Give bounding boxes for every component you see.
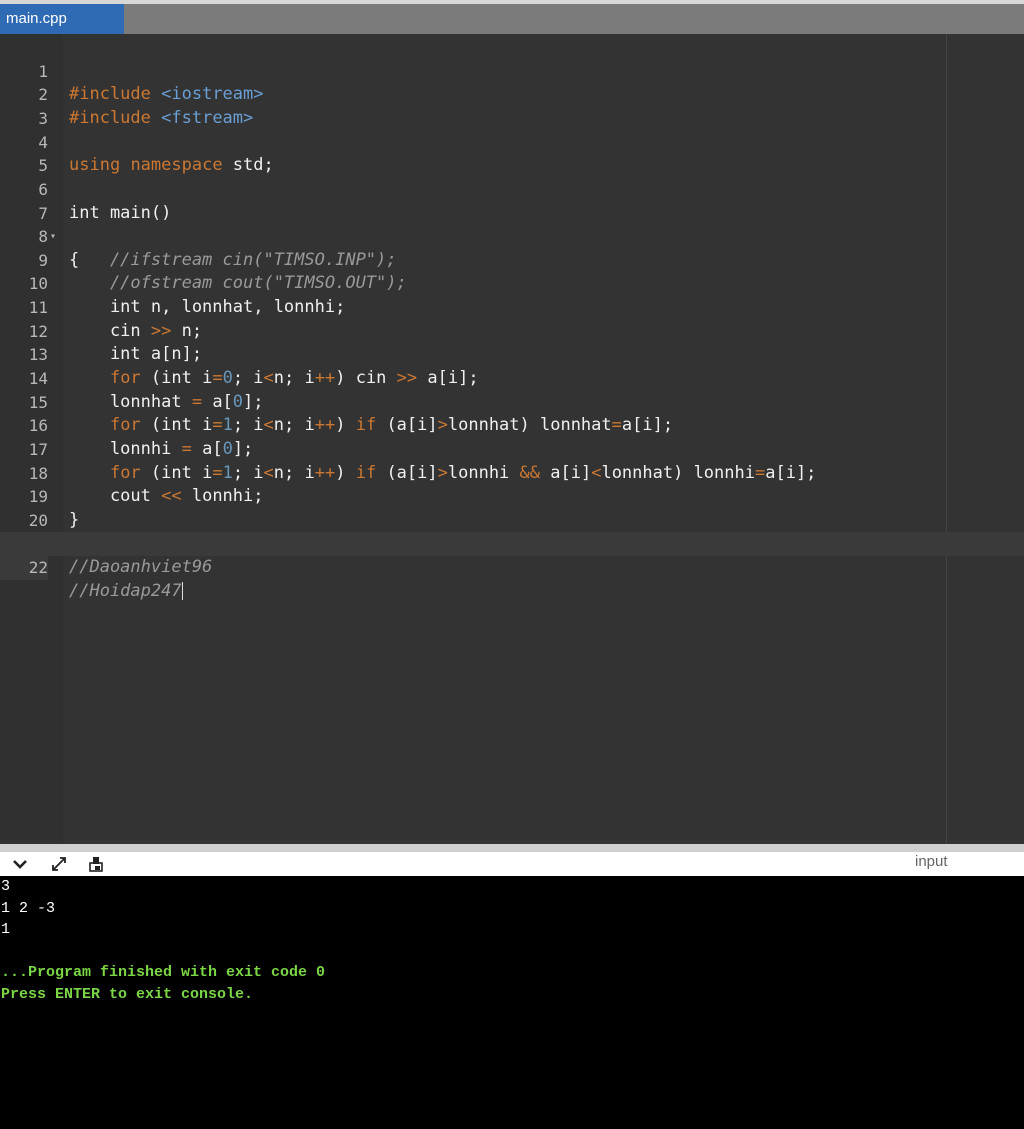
- code-line[interactable]: 13 for (int i=0; i<n; i++) cin >> a[i];: [0, 320, 1024, 388]
- console-line: 1 2 -3: [1, 899, 56, 917]
- chevron-down-icon[interactable]: [9, 854, 31, 874]
- code-lines[interactable]: 1 #include <iostream> 2 #include <fstrea…: [0, 36, 1024, 601]
- code-line[interactable]: 2 #include <fstream>: [0, 60, 1024, 128]
- code-line[interactable]: 1 #include <iostream>: [0, 36, 1024, 105]
- tab-main-cpp[interactable]: main.cpp: [0, 4, 124, 34]
- panel-resize-handle[interactable]: [0, 844, 1024, 852]
- code-line-active[interactable]: 22 //Hoidap247: [0, 532, 1024, 601]
- expand-icon[interactable]: [48, 854, 70, 874]
- code-line[interactable]: 12 int a[n];: [0, 296, 1024, 365]
- code-comment: //Daoanhviet96: [69, 557, 213, 578]
- code-line[interactable]: 20: [0, 485, 1024, 530]
- code-line[interactable]: 16 lonnhi = a[0];: [0, 391, 1024, 459]
- code-line[interactable]: 15 for (int i=1; i<n; i++) if (a[i]>lonn…: [0, 367, 1024, 436]
- input-label[interactable]: input: [915, 852, 948, 876]
- code-line[interactable]: 10 int n, lonnhat, lonnhi;: [0, 249, 1024, 317]
- code-editor[interactable]: 1 #include <iostream> 2 #include <fstrea…: [0, 34, 1024, 844]
- code-line[interactable]: 21 //Daoanhviet96: [0, 509, 1024, 577]
- code-line[interactable]: 6 int main(): [0, 154, 1024, 223]
- code-line[interactable]: 11 cin >> n;: [0, 272, 1024, 341]
- console-status-line: Press ENTER to exit console.: [1, 985, 254, 1003]
- code-line[interactable]: 14 lonnhat = a[0];: [0, 343, 1024, 412]
- code-line[interactable]: 17 for (int i=1; i<n; i++) if (a[i]>lonn…: [0, 414, 1024, 483]
- line-number: 22: [0, 556, 48, 580]
- copy-icon[interactable]: [85, 854, 107, 874]
- console-output[interactable]: 3 1 2 -3 1 ...Program finished with exit…: [0, 876, 1024, 1129]
- code-line[interactable]: 3: [0, 83, 1024, 128]
- console-status-line: ...Program finished with exit code 0: [1, 964, 326, 981]
- text-cursor: [181, 581, 183, 600]
- console-toolbar: input: [0, 852, 1024, 876]
- code-line[interactable]: 4 using namespace std;: [0, 107, 1024, 176]
- code-line[interactable]: 8 //ifstream cin("TIMSO.INP");: [0, 201, 1024, 270]
- console-line: 1: [1, 921, 11, 938]
- code-line[interactable]: 9 //ofstream cout("TIMSO.OUT");: [0, 225, 1024, 294]
- code-line[interactable]: 19 }: [0, 462, 1024, 530]
- console-line: 3: [1, 878, 11, 895]
- code-line[interactable]: 18 cout << lonnhi;: [0, 438, 1024, 507]
- code-line[interactable]: 7 ▾ {: [0, 178, 1024, 270]
- tab-bar: main.cpp: [0, 4, 1024, 34]
- code-comment: //Hoidap247: [69, 580, 182, 601]
- code-line[interactable]: 5: [0, 131, 1024, 175]
